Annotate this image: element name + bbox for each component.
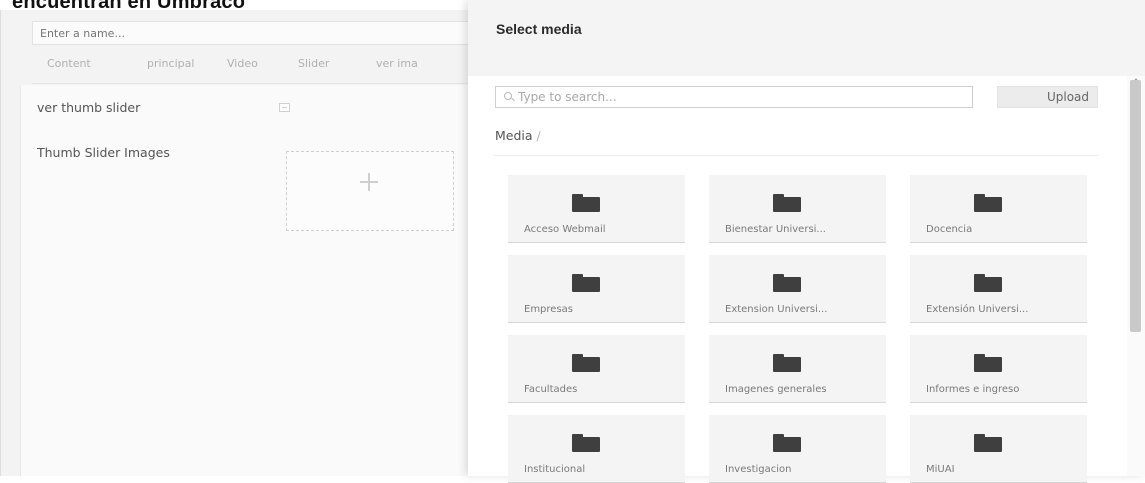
media-search-input[interactable]: Type to search... <box>495 86 973 108</box>
folder-icon <box>572 434 600 452</box>
folder-label: MiUAI <box>926 464 955 475</box>
name-input[interactable] <box>32 21 472 45</box>
folder-tile-miuai[interactable]: MiUAI <box>910 415 1087 483</box>
folder-tile-investigacion[interactable]: Investigacion <box>709 415 886 483</box>
folder-label: Empresas <box>524 304 573 315</box>
folder-icon <box>572 354 600 372</box>
select-media-dialog: Select media Type to search... Upload Me… <box>468 0 1145 483</box>
folder-tile-informes[interactable]: Informes e ingreso <box>910 335 1087 403</box>
folder-icon <box>974 274 1002 292</box>
search-placeholder: Type to search... <box>518 90 617 104</box>
breadcrumb: Media / <box>495 128 541 143</box>
folder-tile-acceso-webmail[interactable]: Acceso Webmail <box>508 175 685 243</box>
folder-label: Docencia <box>926 224 973 235</box>
search-icon <box>504 92 514 102</box>
content-editor: Content principal Video Slider ver ima v… <box>0 10 472 476</box>
folder-tile-facultades[interactable]: Facultades <box>508 335 685 403</box>
folder-tile-bienestar[interactable]: Bienestar Universi... <box>709 175 886 243</box>
property-label-thumb-slider-images: Thumb Slider Images <box>37 145 170 160</box>
ver-thumb-slider-checkbox[interactable] <box>279 103 290 112</box>
folder-icon <box>974 194 1002 212</box>
add-image-dropzone[interactable] <box>286 151 454 231</box>
tab-slider[interactable]: Slider <box>298 57 329 70</box>
folder-label: Acceso Webmail <box>524 224 606 235</box>
breadcrumb-media-link[interactable]: Media <box>495 128 533 143</box>
tab-video[interactable]: Video <box>227 57 258 70</box>
folder-label: Investigacion <box>725 464 792 475</box>
tab-ver-imagenes[interactable]: ver ima <box>376 57 418 70</box>
media-scrollbar[interactable] <box>1127 76 1145 476</box>
folder-tile-imagenes-generales[interactable]: Imagenes generales <box>709 335 886 403</box>
folder-icon <box>572 274 600 292</box>
tab-content[interactable]: Content <box>47 57 91 70</box>
folder-label: Institucional <box>524 464 586 475</box>
divider <box>494 155 1098 156</box>
breadcrumb-separator: / <box>536 128 541 143</box>
folder-label: Extension Universi... <box>725 304 828 315</box>
folder-icon <box>773 354 801 372</box>
folder-label: Facultades <box>524 384 578 395</box>
folder-icon <box>773 194 801 212</box>
scroll-thumb[interactable] <box>1130 80 1141 332</box>
folder-icon <box>974 354 1002 372</box>
folder-tile-extension-1[interactable]: Extension Universi... <box>709 255 886 323</box>
dialog-header: Select media <box>468 0 1145 76</box>
editor-tabs: Content principal Video Slider ver ima <box>32 54 472 84</box>
folder-icon <box>773 274 801 292</box>
folder-label: Imagenes generales <box>725 384 827 395</box>
properties-panel: ver thumb slider Thumb Slider Images <box>20 85 470 476</box>
folder-tile-institucional[interactable]: Institucional <box>508 415 685 483</box>
folder-icon <box>974 434 1002 452</box>
tab-principal[interactable]: principal <box>147 57 194 70</box>
folder-tile-docencia[interactable]: Docencia <box>910 175 1087 243</box>
property-label-ver-thumb-slider: ver thumb slider <box>37 100 141 115</box>
folder-tile-empresas[interactable]: Empresas <box>508 255 685 323</box>
folder-label: Bienestar Universi... <box>725 224 826 235</box>
folder-icon <box>773 434 801 452</box>
folder-tile-extension-2[interactable]: Extensión Universi... <box>910 255 1087 323</box>
dialog-title: Select media <box>496 21 582 37</box>
folder-icon <box>572 194 600 212</box>
folder-label: Informes e ingreso <box>926 384 1020 395</box>
plus-icon <box>358 171 380 193</box>
upload-button[interactable]: Upload <box>997 86 1098 108</box>
folder-label: Extensión Universi... <box>926 304 1029 315</box>
